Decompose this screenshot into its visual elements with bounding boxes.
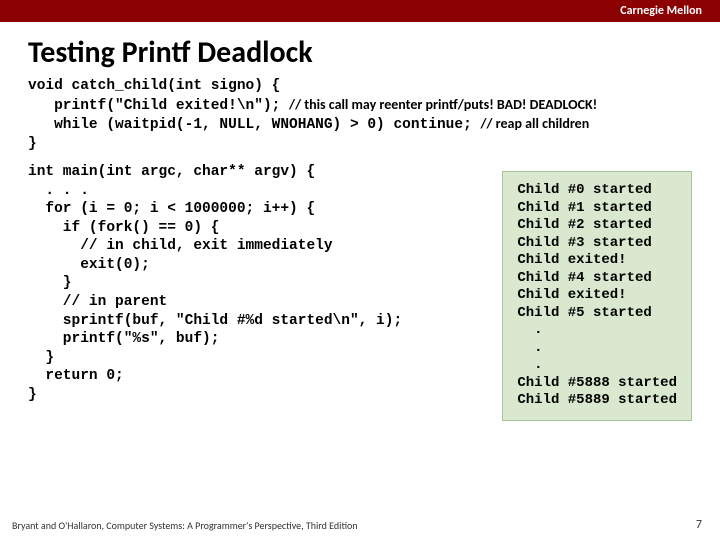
page-number: 7: [696, 518, 702, 532]
code-line: sprintf(buf, "Child #%d started\n", i);: [28, 312, 488, 331]
code-line: }: [28, 349, 488, 368]
code-line: }: [28, 274, 488, 293]
institution: Carnegie Mellon: [620, 4, 702, 18]
code-line: // in child, exit immediately: [28, 237, 488, 256]
output-box: Child #0 started Child #1 started Child …: [502, 171, 692, 421]
slide: Carnegie Mellon Testing Printf Deadlock …: [0, 0, 720, 540]
footer-citation: Bryant and O'Hallaron, Computer Systems:…: [12, 519, 358, 532]
code-line: for (i = 0; i < 1000000; i++) {: [28, 200, 488, 219]
slide-title: Testing Printf Deadlock: [0, 22, 720, 77]
code-line: // in parent: [28, 293, 488, 312]
code-line: . . .: [28, 182, 488, 201]
lower-row: int main(int argc, char** argv) { . . . …: [0, 153, 720, 421]
code-line: printf("Child exited!\n"); // this call …: [28, 96, 692, 116]
code-comment: // this call may reenter printf/puts! BA…: [289, 96, 597, 113]
code-line: void catch_child(int signo) {: [28, 77, 692, 96]
code-line: exit(0);: [28, 256, 488, 275]
main-code: int main(int argc, char** argv) { . . . …: [28, 163, 488, 404]
code-line: if (fork() == 0) {: [28, 219, 488, 238]
code-line: int main(int argc, char** argv) {: [28, 163, 488, 182]
header-bar: Carnegie Mellon: [0, 0, 720, 22]
code-line: while (waitpid(-1, NULL, WNOHANG) > 0) c…: [28, 115, 692, 135]
code-line: printf("%s", buf);: [28, 330, 488, 349]
code-line: return 0;: [28, 367, 488, 386]
code-comment: // reap all children: [480, 115, 589, 132]
handler-code: void catch_child(int signo) { printf("Ch…: [0, 77, 720, 153]
code-line: }: [28, 135, 692, 154]
code-line: }: [28, 386, 488, 405]
